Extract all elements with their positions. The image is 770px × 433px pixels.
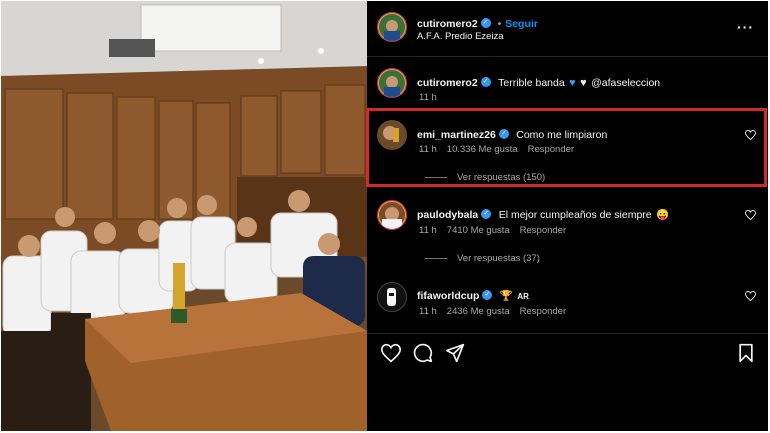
team-photo-illustration [1,1,367,431]
comment-likes[interactable]: 7410 Me gusta [447,225,510,236]
caption-time: 11 h [419,92,437,103]
reply-button[interactable]: Responder [520,225,566,236]
comment-time: 11 h [419,306,437,317]
comment-icon[interactable] [413,343,433,363]
bookmark-icon[interactable] [736,343,756,363]
actions-divider [367,333,768,334]
caption: cutiromero2 ✓ Terrible banda ♥ ♥ @afasele… [367,65,768,109]
like-comment-heart-icon[interactable] [745,291,756,301]
white-heart-icon: ♥ [580,77,587,89]
share-icon[interactable] [445,343,465,363]
avatar[interactable] [377,200,407,230]
verified-icon: ✓ [481,208,492,219]
like-comment-heart-icon[interactable] [745,210,756,220]
follow-button[interactable]: Seguir [505,18,538,30]
avatar[interactable] [377,12,407,42]
verified-icon: ✓ [480,17,491,28]
trophy-icon: 🏆 [499,290,513,302]
replies-dash [425,257,447,259]
avatar[interactable] [377,68,407,98]
comment-time: 11 h [419,225,437,236]
comment-item: fifaworldcup ✓ 🏆 AR 11 h 2436 Me gusta Resp… [367,279,768,329]
header-divider [367,56,768,57]
post-photo[interactable] [1,1,367,431]
heart-icon[interactable] [381,343,401,363]
comment-likes[interactable]: 2436 Me gusta [447,306,510,317]
argentina-flag-label: AR [517,292,529,301]
separator: • [497,19,502,30]
verified-icon: ✓ [480,76,491,87]
blue-heart-icon: ♥ [569,77,576,89]
caption-mention[interactable]: @afaseleccion [591,77,660,89]
fifa-logo-avatar[interactable] [377,282,407,312]
comment-item: paulodybala ✓ El mejor cumpleaños de siem… [367,197,768,269]
view-replies-label[interactable]: Ver respuestas (37) [457,253,540,264]
more-dots-icon[interactable]: ··· [737,19,754,35]
screenshot-frame: cutiromero2 ✓ • Seguir A.F.A. Predio Ezeiza… [0,0,770,433]
post-panel: cutiromero2 ✓ • Seguir A.F.A. Predio Ezeiza… [367,1,768,431]
reply-button[interactable]: Responder [520,306,566,317]
header-username[interactable]: cutiromero2 [417,18,478,30]
view-replies[interactable]: Ver respuestas (37) [425,253,540,264]
tongue-emoji: 😛 [656,209,670,221]
caption-username[interactable]: cutiromero2 [417,77,478,89]
highlight-box [366,108,767,187]
comment-text: El mejor cumpleaños de siempre [498,209,652,221]
verified-icon: ✓ [482,289,493,300]
post-header: cutiromero2 ✓ • Seguir A.F.A. Predio Ezeiza… [367,1,768,56]
comment-username[interactable]: fifaworldcup [417,290,479,302]
caption-text: Terrible banda [498,77,565,89]
comment-username[interactable]: paulodybala [417,209,478,221]
location[interactable]: A.F.A. Predio Ezeiza [417,31,504,42]
